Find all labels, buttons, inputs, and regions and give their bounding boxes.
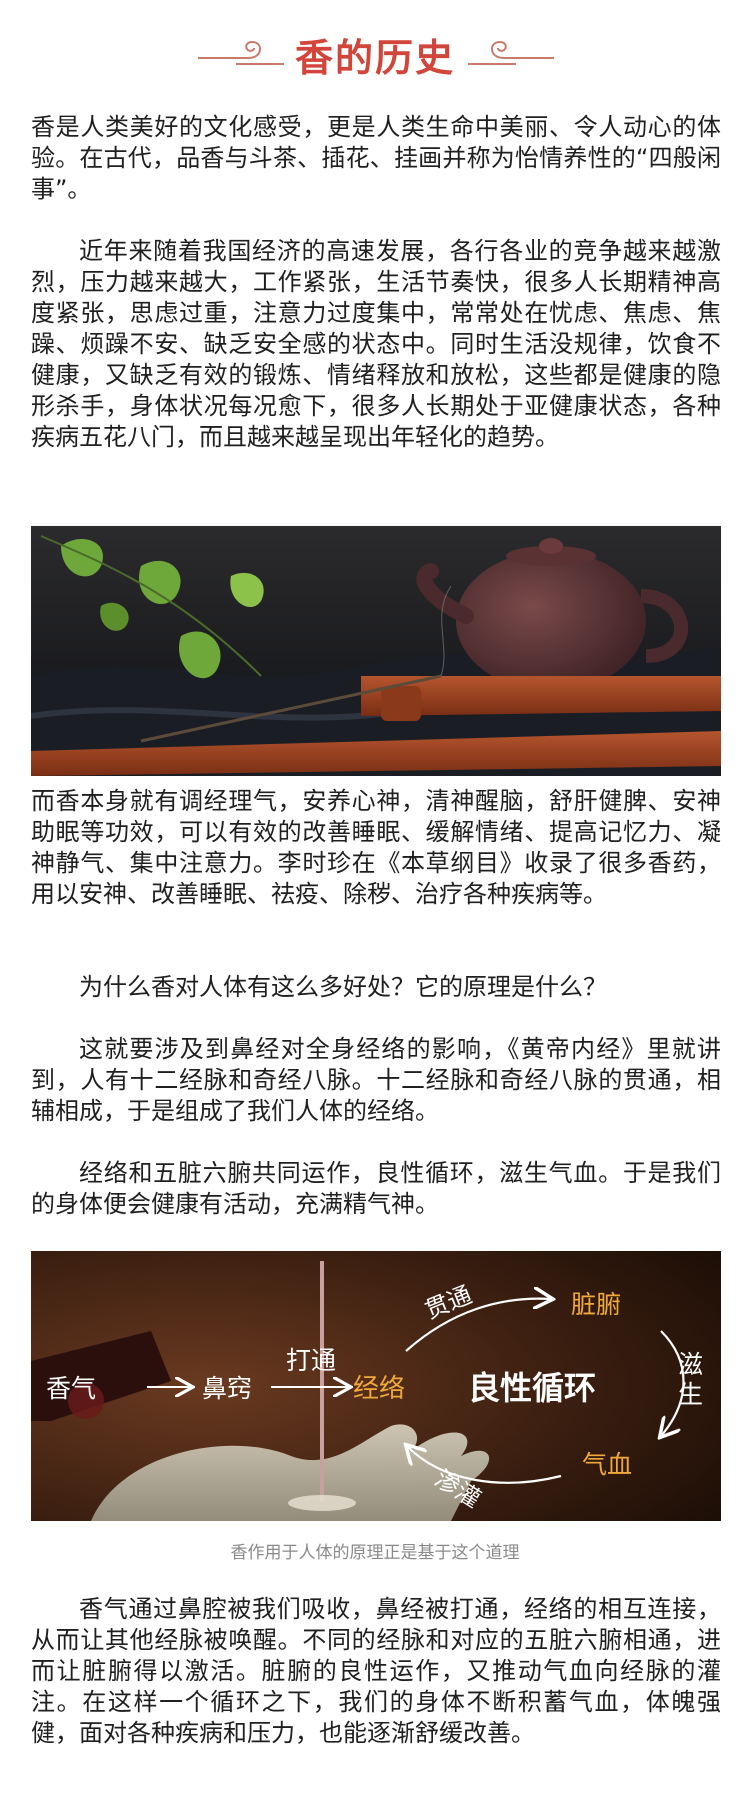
page-header: 香的历史 [0, 28, 750, 88]
question-paragraph: 为什么香对人体有这么多好处？它的原理是什么？ [79, 973, 607, 1001]
meridian-paragraph: 这就要涉及到鼻经对全身经络的影响，《黄帝内经》里就讲到，人有十二经脉和奇经八脉。… [31, 1035, 721, 1125]
label-zisheng-2: 生 [678, 1380, 703, 1409]
label-xiangqi: 香气 [46, 1374, 96, 1403]
circulation-diagram-photo: 香气 鼻窍 打通 经络 良性循环 贯通 脏腑 滋 生 气血 渗灌 [31, 1251, 721, 1521]
teapot-incense-photo [31, 526, 721, 776]
label-zisheng-1: 滋 [678, 1350, 703, 1379]
left-swirl-ornament [198, 40, 284, 65]
label-biqiao: 鼻窍 [202, 1374, 252, 1403]
label-jingluo: 经络 [353, 1374, 405, 1404]
diagram-caption: 香作用于人体的原理正是基于这个道理 [230, 1543, 520, 1563]
intro-paragraph: 香是人类美好的文化感受，更是人类生命中美丽、令人动心的体验。在古代，品香与斗茶、… [31, 113, 721, 203]
organs-cycle-paragraph: 经络和五脏六腑共同运作，良性循环，滋生气血。于是我们的身体便会健康有活动，充满精… [31, 1159, 721, 1218]
label-datong: 打通 [286, 1346, 336, 1375]
absorption-paragraph: 香气通过鼻腔被我们吸收，鼻经被打通，经络的相互连接，从而让其他经脉被唤醒。不同的… [31, 1595, 721, 1747]
modern-stress-paragraph: 近年来随着我国经济的高速发展，各行各业的竞争越来越激烈，压力越来越大，工作紧张，… [31, 237, 721, 451]
label-zangfu: 脏腑 [571, 1290, 621, 1319]
incense-benefits-paragraph: 而香本身就有调经理气，安养心神，清神醒脑，舒肝健脾、安神助眠等功效，可以有效的改… [31, 787, 721, 908]
page-title: 香的历史 [294, 35, 455, 80]
label-qixue: 气血 [582, 1450, 632, 1479]
right-swirl-ornament [468, 40, 554, 65]
label-center: 良性循环 [468, 1369, 596, 1407]
